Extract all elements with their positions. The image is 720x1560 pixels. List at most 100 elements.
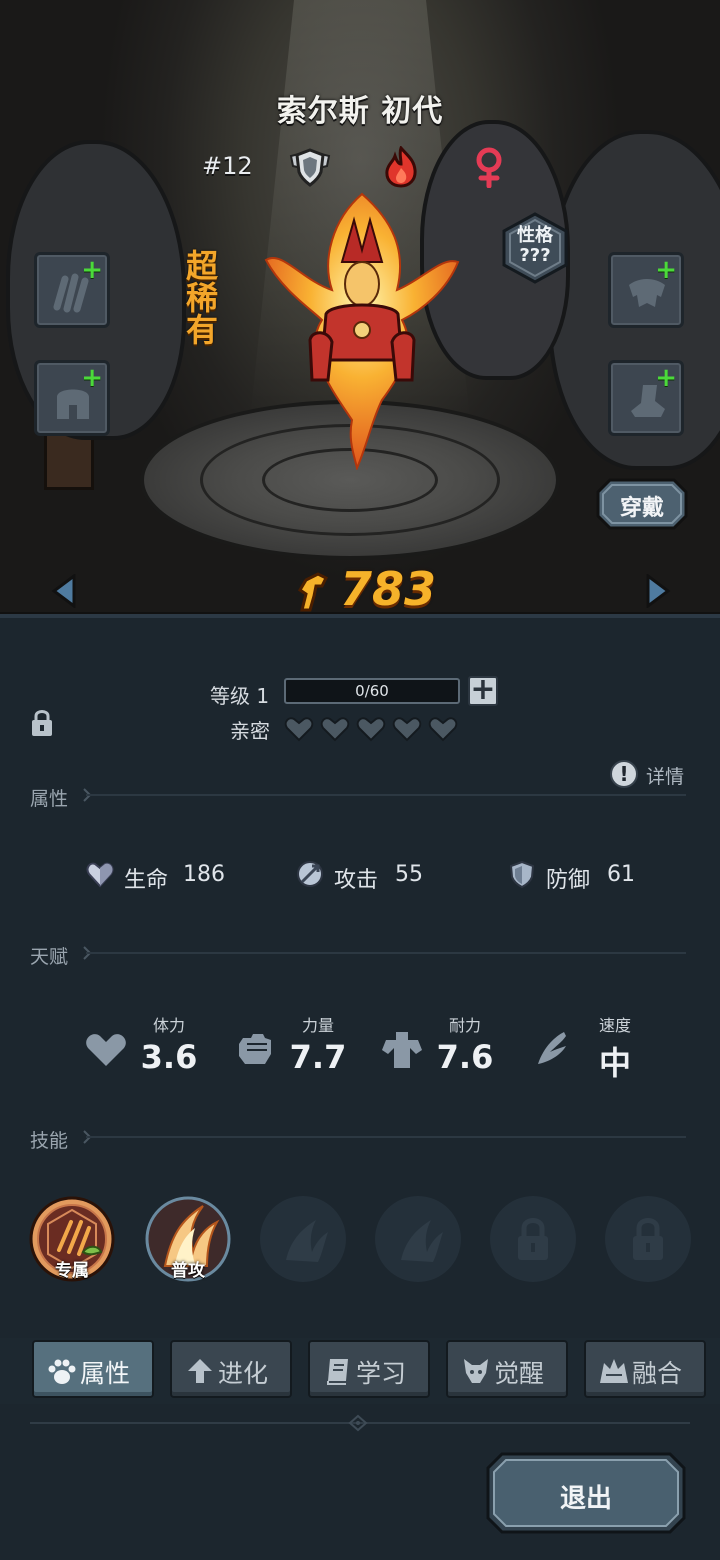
talent-label: 力量	[301, 1016, 334, 1035]
muscle-icon	[382, 1032, 422, 1068]
previous-hero-arrow-icon[interactable]	[50, 574, 80, 608]
stat-hp: 生命 186	[86, 860, 246, 893]
hp-heart-icon	[86, 862, 114, 888]
evolve-arrow-icon	[188, 1359, 212, 1383]
skill-basic-attack[interactable]: 普攻	[145, 1196, 231, 1282]
skill-slot-locked[interactable]	[605, 1196, 691, 1282]
tab-evolve[interactable]: 进化	[170, 1340, 292, 1398]
rarity-label: 超稀有	[185, 247, 218, 349]
exclamation-icon: !	[610, 760, 638, 788]
tab-label: 觉醒	[494, 1359, 545, 1388]
combat-power: 783	[296, 560, 436, 618]
section-title-attributes: 属性	[30, 788, 69, 810]
next-hero-arrow-icon[interactable]	[642, 574, 672, 608]
equip-slot-helmet[interactable]: +	[34, 360, 110, 436]
equip-slot-armor[interactable]: +	[608, 252, 684, 328]
tab-fusion[interactable]: 融合	[584, 1340, 706, 1398]
stat-attack: 攻击 55	[296, 860, 436, 893]
intimacy-heart-icon	[392, 717, 422, 742]
lock-icon	[633, 1218, 663, 1260]
section-divider	[86, 952, 686, 954]
power-fist-icon	[297, 572, 329, 612]
talent-value: 7.7	[289, 1038, 347, 1076]
tab-label: 学习	[356, 1359, 407, 1388]
stat-value: 61	[607, 862, 635, 887]
skill-slot-empty[interactable]	[375, 1196, 461, 1282]
section-divider	[86, 794, 686, 796]
intimacy-heart-icon	[284, 717, 314, 742]
talent-endurance: 耐力 7.6	[380, 1012, 510, 1082]
tab-label: 属性	[80, 1359, 131, 1388]
fist-icon	[239, 1034, 271, 1064]
skill-label: 专属	[55, 1261, 89, 1281]
details-label: 详情	[646, 766, 685, 788]
stat-name: 生命	[124, 868, 169, 893]
shield-wings-icon[interactable]	[287, 146, 333, 188]
stat-value: 55	[395, 862, 423, 887]
personality-badge[interactable]: 性格 ???	[500, 212, 570, 284]
talent-stamina: 体力 3.6	[84, 1012, 214, 1082]
skill-label: 普攻	[171, 1261, 205, 1281]
wing-icon	[538, 1032, 566, 1064]
level-up-plus-button[interactable]: +	[468, 675, 498, 706]
empty-skill-flame-icon	[401, 1220, 443, 1262]
personality-value: ???	[519, 245, 551, 266]
add-plus-icon: +	[655, 255, 677, 285]
add-plus-icon: +	[81, 255, 103, 285]
defense-icon	[509, 860, 535, 888]
tab-label: 融合	[632, 1359, 683, 1388]
stat-name: 攻击	[334, 868, 379, 893]
talent-label: 体力	[152, 1016, 185, 1035]
stamina-heart-icon	[86, 1034, 126, 1066]
intimacy-heart-icon	[320, 717, 350, 742]
talent-strength: 力量 7.7	[233, 1012, 363, 1082]
hero-name: 索尔斯 初代	[276, 94, 444, 129]
exit-label: 退出	[559, 1484, 612, 1514]
skill-slot-empty[interactable]	[260, 1196, 346, 1282]
talent-label: 速度	[598, 1016, 631, 1035]
fire-icon[interactable]	[378, 146, 424, 188]
skill-exclusive[interactable]: 专属	[29, 1196, 115, 1282]
exit-button[interactable]: 退出	[486, 1452, 686, 1534]
tab-learn[interactable]: 学习	[308, 1340, 430, 1398]
tab-awaken[interactable]: 觉醒	[446, 1340, 568, 1398]
empty-skill-flame-icon	[286, 1220, 328, 1262]
section-title-skills: 技能	[30, 1130, 69, 1152]
stat-defense: 防御 61	[508, 860, 648, 893]
paw-icon	[48, 1359, 76, 1384]
section-title-talent: 天赋	[30, 946, 69, 968]
beast-head-icon	[464, 1359, 488, 1383]
fusion-icon	[600, 1359, 628, 1383]
skill-slot-locked[interactable]	[490, 1196, 576, 1282]
wear-button[interactable]: 穿戴	[596, 478, 688, 530]
add-plus-icon: +	[81, 363, 103, 393]
hero-number: #12	[202, 152, 253, 180]
divider-ornament-icon	[348, 1414, 368, 1432]
personality-label: 性格 ???	[500, 226, 570, 266]
stat-value: 186	[183, 862, 225, 887]
tab-label: 进化	[218, 1359, 269, 1388]
wear-label: 穿戴	[619, 496, 664, 521]
exp-text: 0/60	[355, 682, 389, 700]
talent-label: 耐力	[448, 1016, 481, 1035]
equip-slot-boots[interactable]: +	[608, 360, 684, 436]
personality-title: 性格	[517, 225, 553, 246]
tab-attributes[interactable]: 属性	[32, 1340, 154, 1398]
exp-bar: 0/60	[284, 678, 460, 704]
stat-name: 防御	[546, 868, 591, 893]
power-value: 783	[340, 562, 437, 616]
equip-slot-claw[interactable]: +	[34, 252, 110, 328]
lock-icon[interactable]	[30, 708, 54, 738]
intimacy-heart-icon	[428, 717, 458, 742]
attack-icon	[297, 861, 323, 887]
lock-icon	[518, 1218, 548, 1260]
talent-speed: 速度 中	[530, 1012, 660, 1082]
intimacy-heart-icon	[356, 717, 386, 742]
level-label: 等级 1	[210, 684, 270, 708]
add-plus-icon: +	[655, 363, 677, 393]
hero-sprite[interactable]	[262, 190, 462, 470]
female-icon[interactable]	[466, 146, 512, 188]
talent-value: 3.6	[140, 1038, 198, 1076]
talent-value: 中	[598, 1044, 631, 1082]
section-divider	[86, 1136, 686, 1138]
